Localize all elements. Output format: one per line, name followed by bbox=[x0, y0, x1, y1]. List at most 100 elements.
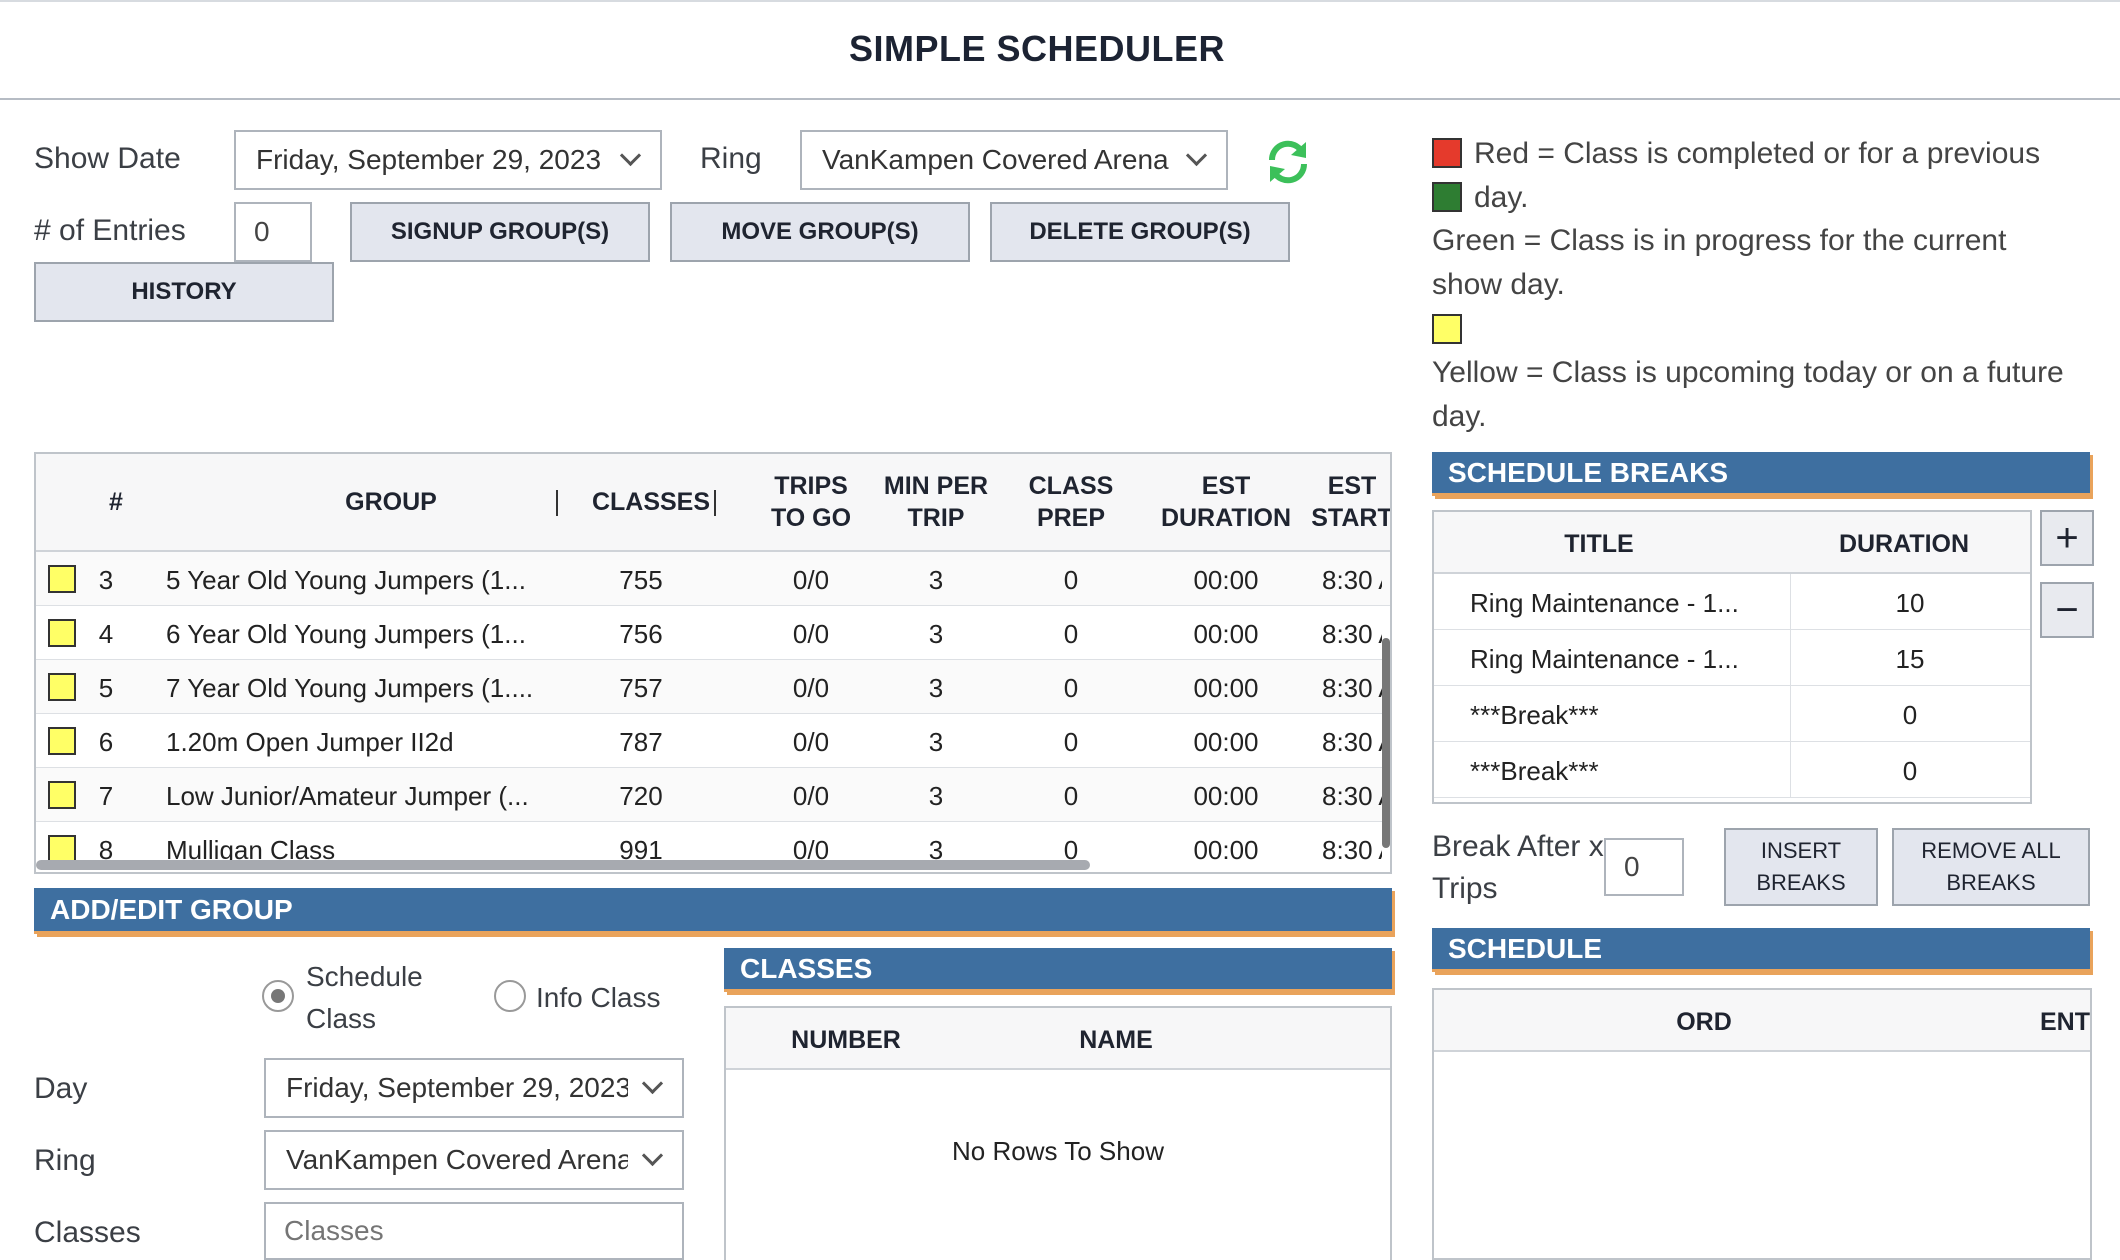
status-swatch bbox=[48, 781, 76, 809]
day-label: Day bbox=[34, 1072, 88, 1105]
row-classes: 720 bbox=[619, 781, 663, 811]
break-after-label: Break After x Trips bbox=[1432, 826, 1604, 910]
col-prep-line1: CLASS bbox=[1028, 472, 1114, 500]
row-est-duration: 00:00 bbox=[1193, 727, 1259, 757]
red-legend-text: Red = Class is completed or for a previo… bbox=[1474, 137, 2041, 214]
remove-all-line1: REMOVE ALL bbox=[1921, 838, 2061, 863]
add-break-button[interactable]: + bbox=[2040, 510, 2094, 566]
groups-table-body: 35 Year Old Young Jumpers (1... 755 0/0 3 0 0… bbox=[36, 552, 1390, 872]
break-title: Ring Maintenance - 1... bbox=[1470, 644, 1739, 674]
delete-groups-button[interactable]: DELETE GROUP(S) bbox=[990, 202, 1290, 262]
break-row[interactable]: Ring Maintenance - 1... 15 bbox=[1434, 630, 2030, 686]
red-legend-swatch bbox=[1432, 138, 1462, 168]
row-class-prep: 0 bbox=[1063, 565, 1079, 595]
row-est-start: 8:30 AM bbox=[1322, 727, 1382, 757]
break-after-input[interactable]: 0 bbox=[1604, 838, 1684, 896]
breaks-table-header: TITLE DURATION bbox=[1434, 512, 2030, 574]
minus-icon: − bbox=[2055, 588, 2079, 632]
show-date-select[interactable]: Friday, September 29, 2023 bbox=[234, 130, 662, 190]
info-class-radio[interactable] bbox=[494, 980, 526, 1012]
row-group: 1.20m Open Jumper II2d bbox=[166, 727, 454, 757]
classes-table: NUMBER NAME No Rows To Show bbox=[724, 1006, 1392, 1260]
table-row[interactable]: 46 Year Old Young Jumpers (1... 756 0/0 3 0 0… bbox=[36, 606, 1390, 660]
ring-select[interactable]: VanKampen Covered Arena bbox=[800, 130, 1228, 190]
insert-breaks-line2: BREAKS bbox=[1756, 870, 1846, 895]
insert-breaks-button[interactable]: INSERT BREAKS bbox=[1724, 828, 1878, 906]
col-name-header[interactable]: NAME bbox=[1026, 1024, 1206, 1056]
yellow-legend-swatch bbox=[1432, 314, 1462, 344]
schedule-class-line1: Schedule bbox=[306, 961, 423, 992]
col-num-header[interactable]: # bbox=[96, 486, 136, 518]
column-resize-handle[interactable] bbox=[714, 490, 716, 516]
signup-groups-button[interactable]: SIGNUP GROUP(S) bbox=[350, 202, 650, 262]
row-classes: 757 bbox=[619, 673, 663, 703]
col-ord-header[interactable]: ORD bbox=[1604, 1006, 1804, 1038]
yellow-legend-text: Yellow = Class is upcoming today or on a… bbox=[1432, 356, 2064, 433]
remove-all-line2: BREAKS bbox=[1946, 870, 2036, 895]
column-resize-handle[interactable] bbox=[556, 490, 558, 516]
row-class-prep: 0 bbox=[1063, 673, 1079, 703]
col-duration-header[interactable]: EST DURATION bbox=[1136, 470, 1316, 534]
row-class-prep: 0 bbox=[1063, 727, 1079, 757]
row-est-duration: 00:00 bbox=[1193, 835, 1259, 865]
classes-label: Classes bbox=[34, 1216, 141, 1249]
no-rows-message: No Rows To Show bbox=[952, 1136, 1164, 1166]
break-title: Ring Maintenance - 1... bbox=[1470, 588, 1739, 618]
table-row[interactable]: 7 Low Junior/Amateur Jumper (... 720 0/0 3 0 0… bbox=[36, 768, 1390, 822]
schedule-table: ORD ENT bbox=[1432, 988, 2092, 1260]
history-button[interactable]: HISTORY bbox=[34, 262, 334, 322]
row-est-duration: 00:00 bbox=[1193, 673, 1259, 703]
row-number: 7 bbox=[98, 781, 114, 811]
break-row[interactable]: ***Break*** 0 bbox=[1434, 686, 2030, 742]
day-select[interactable]: Friday, September 29, 2023 bbox=[264, 1058, 684, 1118]
col-number-header[interactable]: NUMBER bbox=[756, 1024, 936, 1056]
table-row[interactable]: 35 Year Old Young Jumpers (1... 755 0/0 3 0 0… bbox=[36, 552, 1390, 606]
table-row[interactable]: 57 Year Old Young Jumpers (1.... 757 0/0 3 0… bbox=[36, 660, 1390, 714]
plus-icon: + bbox=[2055, 516, 2079, 560]
show-date-label: Show Date bbox=[34, 142, 181, 175]
schedule-class-label: Schedule Class bbox=[306, 956, 423, 1040]
schedule-class-radio[interactable] bbox=[262, 980, 294, 1012]
table-row[interactable]: 6 1.20m Open Jumper II2d 787 0/0 3 0 00:00 8:30… bbox=[36, 714, 1390, 768]
remove-all-breaks-button[interactable]: REMOVE ALL BREAKS bbox=[1892, 828, 2090, 906]
row-est-start: 8:30 AM bbox=[1322, 673, 1382, 703]
horizontal-scrollbar[interactable] bbox=[36, 860, 1090, 870]
vertical-scrollbar[interactable] bbox=[1382, 638, 1390, 848]
chevron-down-icon bbox=[642, 1078, 662, 1098]
remove-break-button[interactable]: − bbox=[2040, 582, 2094, 638]
refresh-icon[interactable] bbox=[1262, 136, 1314, 188]
row-est-start: 8:30 AM bbox=[1322, 835, 1382, 865]
break-duration: 10 bbox=[1895, 588, 1925, 618]
col-group-header[interactable]: GROUP bbox=[236, 486, 546, 518]
col-start-header[interactable]: EST START bbox=[1292, 470, 1390, 534]
col-break-duration-header[interactable]: DURATION bbox=[1784, 528, 2024, 560]
entries-input[interactable]: 0 bbox=[234, 202, 312, 262]
col-classes-header[interactable]: CLASSES bbox=[566, 486, 736, 518]
break-row[interactable]: Ring Maintenance - 1... 10 bbox=[1434, 574, 2030, 630]
break-after-line2: Trips bbox=[1432, 872, 1498, 905]
chevron-down-icon bbox=[642, 1150, 662, 1170]
status-swatch bbox=[48, 727, 76, 755]
row-number: 3 bbox=[98, 565, 114, 595]
col-duration-line2: DURATION bbox=[1160, 504, 1292, 532]
col-title-header[interactable]: TITLE bbox=[1474, 528, 1724, 560]
row-group: 6 Year Old Young Jumpers (1... bbox=[166, 619, 526, 649]
status-swatch bbox=[48, 835, 76, 863]
classes-input[interactable] bbox=[264, 1202, 684, 1260]
edit-ring-select[interactable]: VanKampen Covered Arena bbox=[264, 1130, 684, 1190]
break-row[interactable]: ***Break*** 0 bbox=[1434, 742, 2030, 798]
row-group: 5 Year Old Young Jumpers (1... bbox=[166, 565, 526, 595]
row-est-start: 8:30 AM bbox=[1322, 781, 1382, 811]
col-prep-header[interactable]: CLASS PREP bbox=[986, 470, 1156, 534]
row-classes: 755 bbox=[619, 565, 663, 595]
chevron-down-icon bbox=[1186, 150, 1206, 170]
col-prep-line2: PREP bbox=[1036, 504, 1106, 532]
schedule-table-header: ORD ENT bbox=[1434, 990, 2090, 1052]
col-duration-line1: EST bbox=[1201, 472, 1251, 500]
status-swatch bbox=[48, 673, 76, 701]
move-groups-button[interactable]: MOVE GROUP(S) bbox=[670, 202, 970, 262]
col-ent-header[interactable]: ENT bbox=[2040, 1006, 2090, 1038]
classes-panel-header: CLASSES bbox=[724, 948, 1392, 992]
row-est-duration: 00:00 bbox=[1193, 619, 1259, 649]
add-edit-group-header: ADD/EDIT GROUP bbox=[34, 888, 1392, 934]
